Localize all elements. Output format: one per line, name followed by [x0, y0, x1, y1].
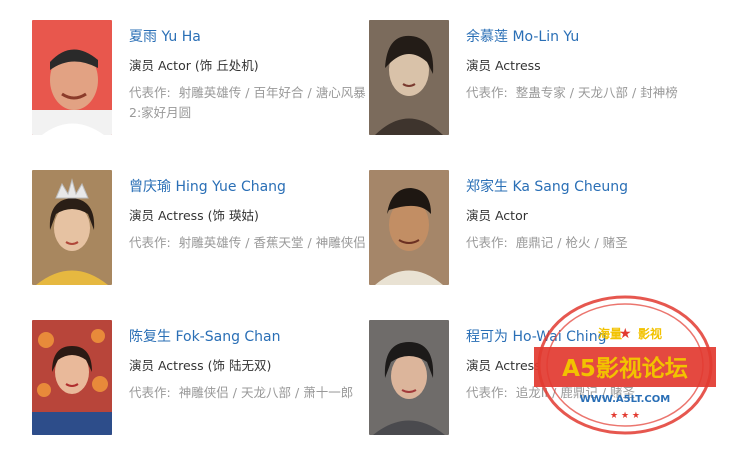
cast-card[interactable]: 曾庆瑜 Hing Yue Chang 演员 Actress (饰 瑛姑) 代表作… [32, 170, 366, 285]
work-link[interactable]: 枪火 [565, 235, 590, 250]
work-link[interactable]: 天龙八部 [241, 385, 291, 400]
work-link[interactable]: 百年好合 [253, 85, 303, 100]
cast-name-link[interactable]: 夏雨 Yu Ha [129, 28, 369, 46]
works-label: 代表作: [466, 85, 508, 100]
cast-photo[interactable] [32, 320, 112, 435]
cast-card[interactable]: 郑家生 Ka Sang Cheung 演员 Actor 代表作: 鹿鼎记 / 枪火 / 赌… [369, 170, 699, 285]
cast-works: 代表作: 神雕侠侣 / 天龙八部 / 萧十一郎 [129, 385, 354, 400]
cast-role: 演员 Actress (饰 瑛姑) [129, 208, 259, 223]
cast-card[interactable]: 程可为 Ho-Wai Ching 演员 Actress 代表作: 追龙II / 鹿鼎记… [369, 320, 699, 435]
works-label: 代表作: [466, 235, 508, 250]
cast-role: 演员 Actress [466, 58, 541, 73]
work-link[interactable]: 天龙八部 [578, 85, 628, 100]
cast-works: 代表作: 鹿鼎记 / 枪火 / 赌圣 [466, 235, 628, 250]
cast-works: 代表作: 射雕英雄传 / 香蕉天堂 / 神雕侠侣 [129, 235, 366, 250]
works-label: 代表作: [129, 385, 171, 400]
cast-role: 演员 Actress [466, 358, 541, 373]
cast-card[interactable]: 余慕莲 Mo-Lin Yu 演员 Actress 代表作: 整蛊专家 / 天龙八部 / 封… [369, 20, 699, 135]
cast-name-link[interactable]: 曾庆瑜 Hing Yue Chang [129, 178, 369, 196]
cast-name-link[interactable]: 程可为 Ho-Wai Ching [466, 328, 706, 346]
work-link[interactable]: 赌圣 [610, 385, 635, 400]
cast-works: 代表作: 追龙II / 鹿鼎记 / 赌圣 [466, 385, 636, 400]
work-link[interactable]: 整蛊专家 [516, 85, 566, 100]
works-label: 代表作: [466, 385, 508, 400]
cast-role: 演员 Actor (饰 丘处机) [129, 58, 259, 73]
work-link[interactable]: 鹿鼎记 [516, 235, 554, 250]
cast-name-link[interactable]: 余慕莲 Mo-Lin Yu [466, 28, 706, 46]
work-link[interactable]: 香蕉天堂 [253, 235, 303, 250]
work-link[interactable]: 萧十一郎 [303, 385, 353, 400]
cast-card[interactable]: 夏雨 Yu Ha 演员 Actor (饰 丘处机) 代表作: 射雕英雄传 / 百年好合… [32, 20, 366, 135]
cast-photo[interactable] [32, 20, 112, 135]
cast-photo[interactable] [369, 170, 449, 285]
cast-role: 演员 Actress (饰 陆无双) [129, 358, 272, 373]
work-link[interactable]: 封神榜 [640, 85, 678, 100]
cast-name-link[interactable]: 陈复生 Fok-Sang Chan [129, 328, 369, 346]
cast-works: 代表作: 整蛊专家 / 天龙八部 / 封神榜 [466, 85, 678, 100]
works-label: 代表作: [129, 235, 171, 250]
cast-photo[interactable] [32, 170, 112, 285]
cast-photo[interactable] [369, 20, 449, 135]
work-link[interactable]: 神雕侠侣 [179, 385, 229, 400]
work-link[interactable]: 神雕侠侣 [316, 235, 366, 250]
work-link[interactable]: 射雕英雄传 [179, 235, 242, 250]
cast-photo[interactable] [369, 320, 449, 435]
cast-card[interactable]: 陈复生 Fok-Sang Chan 演员 Actress (饰 陆无双) 代表作… [32, 320, 362, 435]
works-label: 代表作: [129, 85, 171, 100]
cast-name-link[interactable]: 郑家生 Ka Sang Cheung [466, 178, 706, 196]
cast-role: 演员 Actor [466, 208, 528, 223]
work-link[interactable]: 鹿鼎记 [560, 385, 598, 400]
work-link[interactable]: 追龙II [516, 385, 548, 400]
cast-works: 代表作: 射雕英雄传 / 百年好合 / 溏心风暴2:家好月圆 [129, 85, 366, 120]
work-link[interactable]: 射雕英雄传 [179, 85, 242, 100]
work-link[interactable]: 赌圣 [603, 235, 628, 250]
